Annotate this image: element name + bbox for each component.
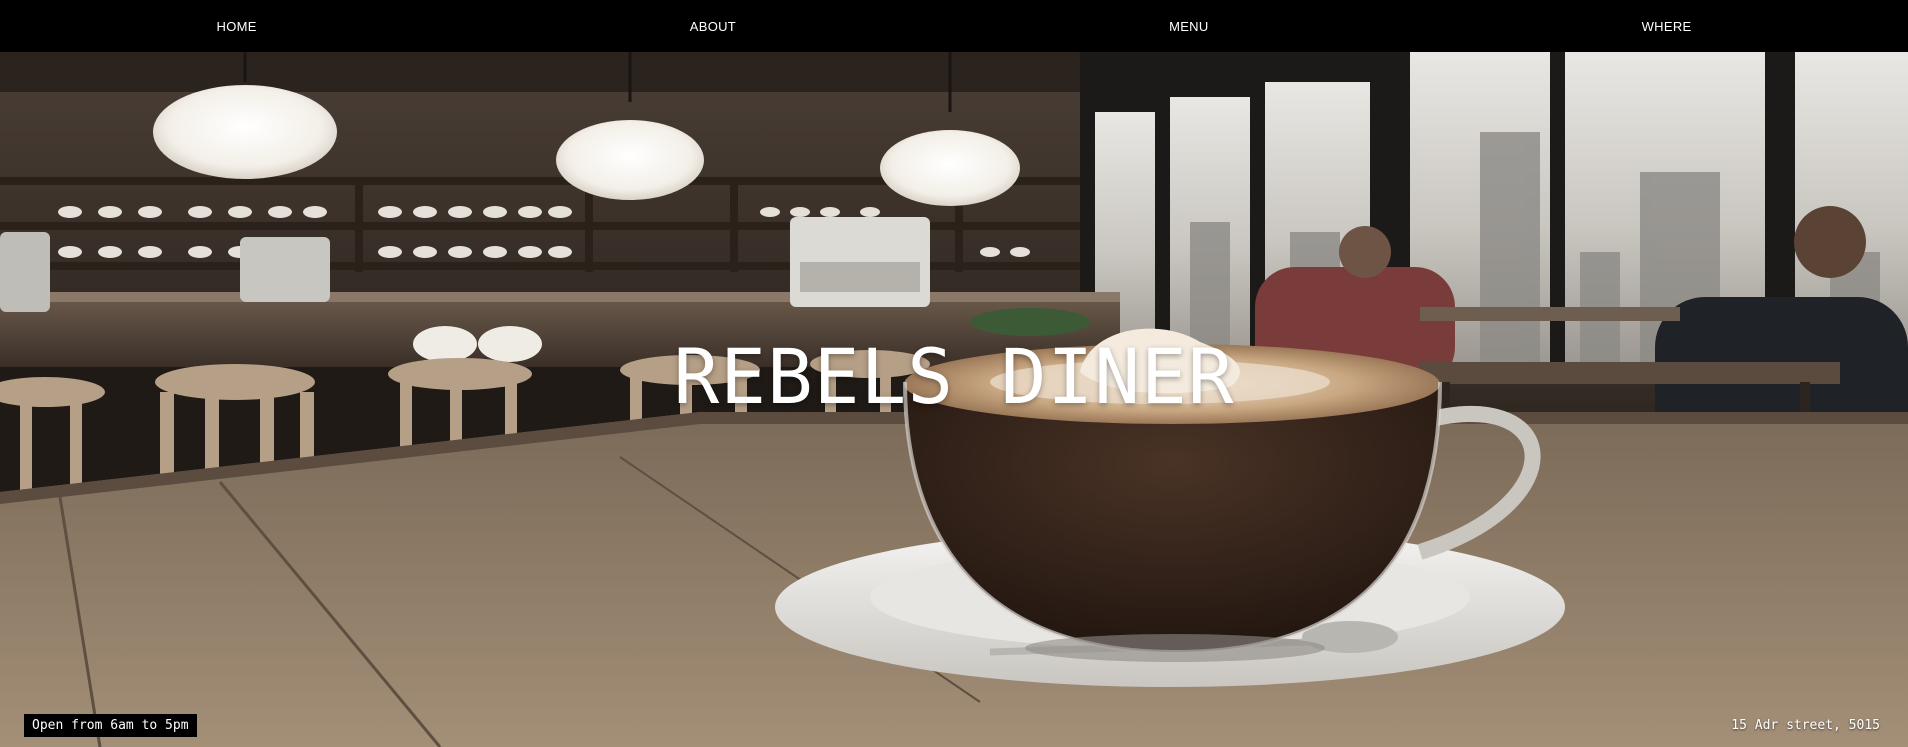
- hero-section: REBELS DINER: [0, 52, 1908, 747]
- top-nav: HOME ABOUT MENU WHERE: [0, 0, 1908, 52]
- nav-home-link[interactable]: HOME: [217, 19, 257, 34]
- nav-menu-link[interactable]: MENU: [1169, 19, 1208, 34]
- address-text: 15 Adr street, 5015: [1731, 718, 1880, 733]
- nav-where-link[interactable]: WHERE: [1642, 19, 1692, 34]
- nav-about-link[interactable]: ABOUT: [690, 19, 736, 34]
- page-title: REBELS DINER: [673, 332, 1235, 421]
- opening-hours-badge: Open from 6am to 5pm: [24, 714, 197, 737]
